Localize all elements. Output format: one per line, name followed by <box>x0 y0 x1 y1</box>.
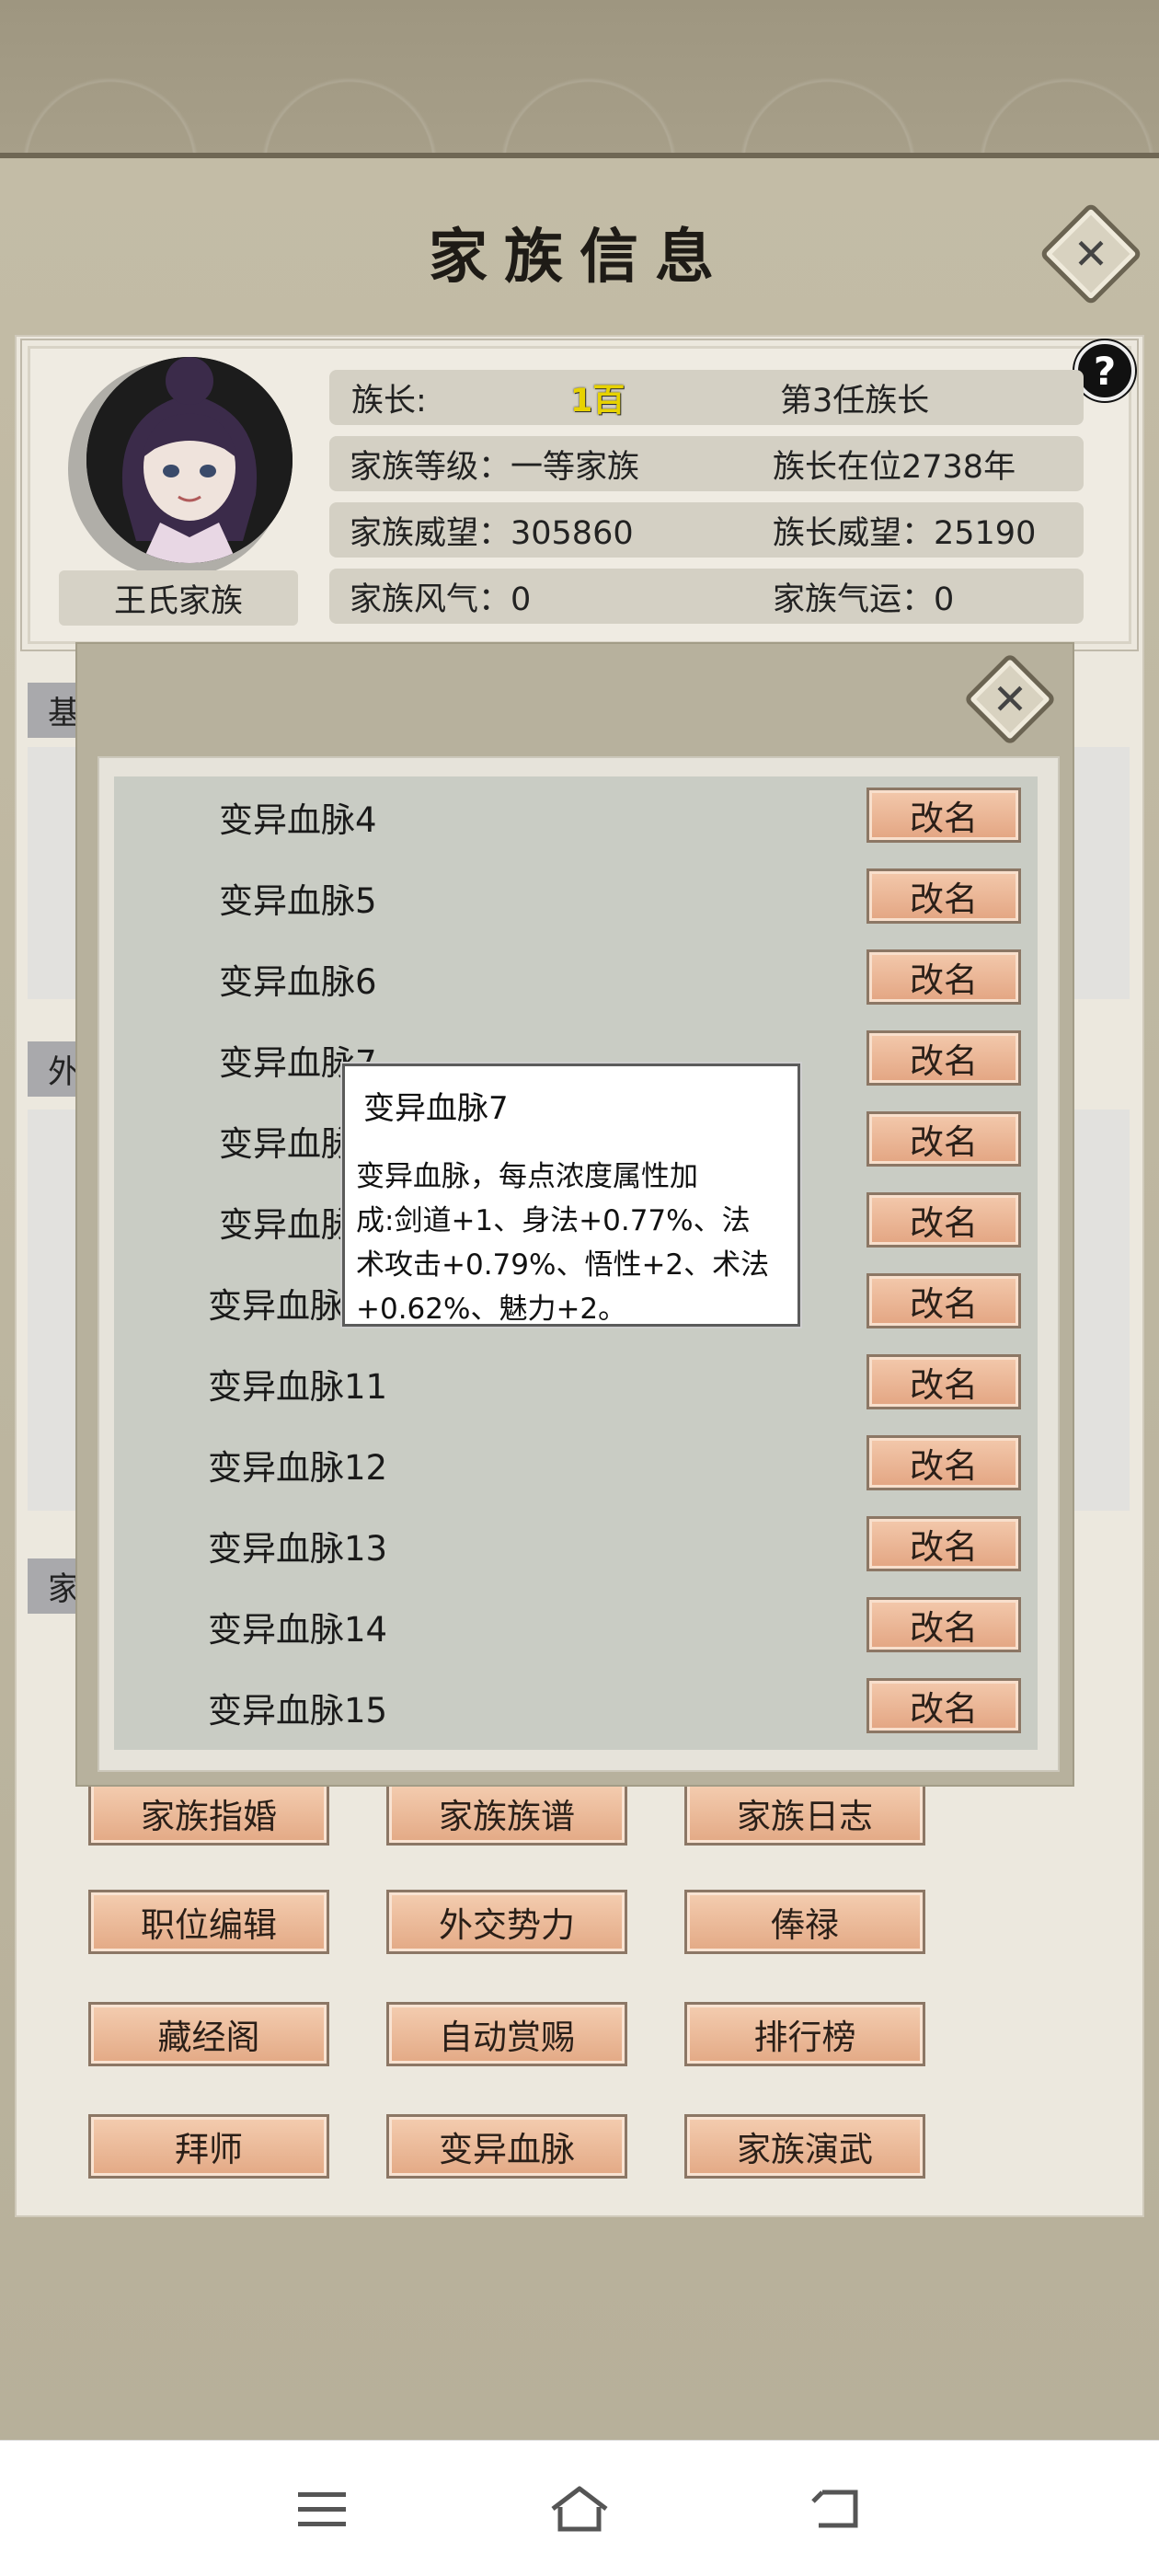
section-tab-basic: 基 <box>28 683 83 738</box>
avatar-icon <box>86 357 293 563</box>
tooltip-line: 变异血脉，每点浓度属性加 <box>356 1160 698 1193</box>
home-icon <box>551 2486 608 2532</box>
rename-button[interactable]: 改名 <box>866 1030 1021 1086</box>
apprentice-button[interactable]: 拜师 <box>88 2114 329 2179</box>
menu-button[interactable] <box>258 2441 386 2576</box>
diplomacy-button[interactable]: 外交势力 <box>386 1890 627 1954</box>
list-item: 变异血脉12 改名 <box>114 1424 1038 1505</box>
bloodline-tooltip: 变异血脉7 变异血脉，每点浓度属性加 成:剑道+1、身法+0.77%、法 术攻击… <box>342 1064 800 1327</box>
bloodline-name: 变异血脉14 <box>208 1610 388 1650</box>
family-prestige: 家族威望：305860 <box>350 514 634 552</box>
close-icon: ✕ <box>1073 229 1109 279</box>
page-title: 家族信息 <box>429 223 730 292</box>
bloodline-button[interactable]: 变异血脉 <box>386 2114 627 2179</box>
list-item: 变异血脉5 改名 <box>114 857 1038 938</box>
top-decoration <box>0 0 1159 158</box>
rename-button[interactable]: 改名 <box>866 788 1021 843</box>
ranking-button[interactable]: 排行榜 <box>684 2002 925 2066</box>
list-item: 变异血脉6 改名 <box>114 938 1038 1019</box>
leader-prestige: 族长威望：25190 <box>773 514 1037 552</box>
leader-term: 第3任族长 <box>780 382 930 420</box>
position-edit-button[interactable]: 职位编辑 <box>88 1890 329 1954</box>
library-button[interactable]: 藏经阁 <box>88 2002 329 2066</box>
tooltip-title: 变异血脉7 <box>363 1090 509 1127</box>
salary-button[interactable]: 俸禄 <box>684 1890 925 1954</box>
bloodline-name: 变异血脉5 <box>219 881 377 921</box>
rename-button[interactable]: 改名 <box>866 1435 1021 1490</box>
section-tab-foreign: 外 <box>28 1041 83 1097</box>
rename-button[interactable]: 改名 <box>866 1597 1021 1652</box>
list-item: 变异血脉13 改名 <box>114 1505 1038 1586</box>
rename-button[interactable]: 改名 <box>866 1678 1021 1733</box>
bloodline-name: 变异血脉13 <box>208 1529 388 1569</box>
rename-button[interactable]: 改名 <box>866 1354 1021 1409</box>
rename-button[interactable]: 改名 <box>866 1273 1021 1328</box>
rename-button[interactable]: 改名 <box>866 1192 1021 1248</box>
menu-icon <box>298 2492 346 2526</box>
system-nav-bar <box>0 2440 1159 2576</box>
bloodline-name: 变异血脉4 <box>219 800 377 840</box>
bloodline-name: 变异血脉 <box>208 1286 344 1326</box>
family-style: 家族风气：0 <box>350 581 532 618</box>
tooltip-line: 成:剑道+1、身法+0.77%、法 <box>356 1204 751 1237</box>
leader-label: 族长: <box>351 382 427 420</box>
list-item: 变异血脉14 改名 <box>114 1586 1038 1667</box>
family-sparring-button[interactable]: 家族演武 <box>684 2114 925 2179</box>
info-row-style: 家族风气：0 家族气运：0 <box>329 569 1084 624</box>
bloodline-name: 变异血脉11 <box>208 1367 388 1407</box>
tooltip-description: 变异血脉，每点浓度属性加 成:剑道+1、身法+0.77%、法 术攻击+0.79%… <box>356 1155 796 1331</box>
rename-button[interactable]: 改名 <box>866 1516 1021 1571</box>
family-tree-button[interactable]: 家族族谱 <box>386 1781 627 1846</box>
family-level: 家族等级：一等家族 <box>350 448 640 486</box>
family-luck: 家族气运：0 <box>773 581 955 618</box>
bloodline-name: 变异血脉12 <box>208 1448 388 1488</box>
rename-button[interactable]: 改名 <box>866 868 1021 924</box>
leader-name[interactable]: 1百 <box>570 370 625 425</box>
family-log-button[interactable]: 家族日志 <box>684 1781 925 1846</box>
tooltip-line: +0.62%、魅力+2。 <box>356 1293 627 1326</box>
back-icon <box>811 2490 858 2528</box>
rename-button[interactable]: 改名 <box>866 949 1021 1005</box>
list-item: 变异血脉4 改名 <box>114 776 1038 857</box>
info-row-level: 家族等级：一等家族 族长在位2738年 <box>329 436 1084 491</box>
bloodline-name: 变异血脉15 <box>208 1691 388 1731</box>
home-button[interactable] <box>515 2441 644 2576</box>
leader-avatar[interactable] <box>86 357 293 563</box>
tooltip-line: 术攻击+0.79%、悟性+2、术法 <box>356 1248 770 1282</box>
list-item: 变异血脉11 改名 <box>114 1343 1038 1424</box>
info-row-leader: 族长: 1百 第3任族长 <box>329 370 1084 425</box>
section-tab-family: 家 <box>28 1558 83 1614</box>
close-icon: ✕ <box>992 674 1028 724</box>
leader-tenure: 族长在位2738年 <box>773 448 1016 486</box>
family-name-label: 王氏家族 <box>59 570 298 626</box>
bloodline-name: 变异血脉 <box>219 1124 355 1164</box>
list-item: 变异血脉15 改名 <box>114 1667 1038 1748</box>
bloodline-name: 变异血脉6 <box>219 962 377 1002</box>
rename-button[interactable]: 改名 <box>866 1111 1021 1167</box>
auto-reward-button[interactable]: 自动赏赐 <box>386 2002 627 2066</box>
info-row-prestige: 家族威望：305860 族长威望：25190 <box>329 502 1084 558</box>
family-marriage-button[interactable]: 家族指婚 <box>88 1781 329 1846</box>
back-button[interactable] <box>773 2441 901 2576</box>
bloodline-name: 变异血脉 <box>219 1205 355 1245</box>
